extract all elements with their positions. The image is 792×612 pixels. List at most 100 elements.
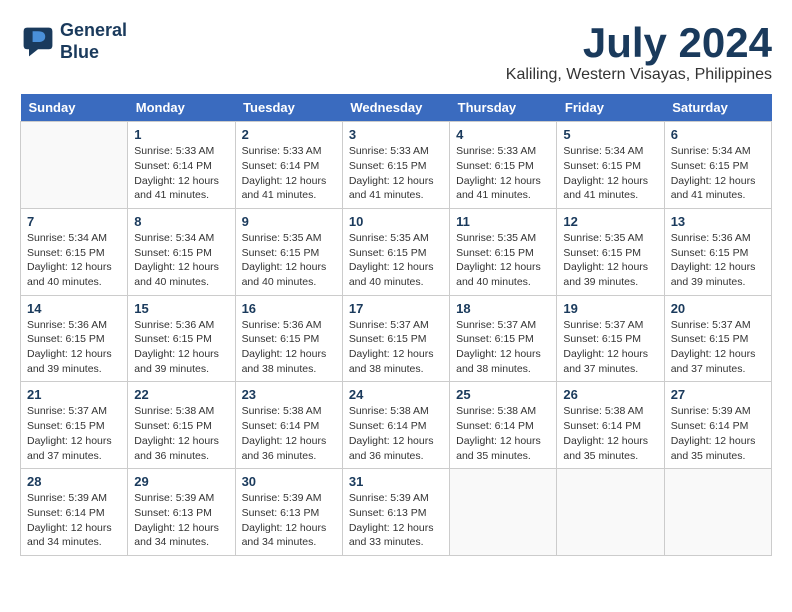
cell-content: Sunrise: 5:37 AM <box>563 318 657 333</box>
cell-content: Sunset: 6:13 PM <box>134 506 228 521</box>
cell-content: and 36 minutes. <box>134 449 228 464</box>
cell-content: Daylight: 12 hours <box>456 260 550 275</box>
day-number: 6 <box>671 127 765 142</box>
cell-content: Daylight: 12 hours <box>242 521 336 536</box>
calendar-cell: 26Sunrise: 5:38 AMSunset: 6:14 PMDayligh… <box>557 382 664 469</box>
cell-content: Sunset: 6:15 PM <box>671 332 765 347</box>
cell-content: and 34 minutes. <box>134 535 228 550</box>
calendar-cell: 28Sunrise: 5:39 AMSunset: 6:14 PMDayligh… <box>21 469 128 556</box>
cell-content: Sunset: 6:15 PM <box>134 419 228 434</box>
cell-content: Sunrise: 5:39 AM <box>671 404 765 419</box>
cell-content: Sunrise: 5:35 AM <box>242 231 336 246</box>
cell-content: Daylight: 12 hours <box>456 434 550 449</box>
calendar-cell: 7Sunrise: 5:34 AMSunset: 6:15 PMDaylight… <box>21 208 128 295</box>
cell-content: Sunset: 6:15 PM <box>456 159 550 174</box>
location: Kaliling, Western Visayas, Philippines <box>506 66 772 84</box>
day-number: 3 <box>349 127 443 142</box>
cell-content: Sunrise: 5:36 AM <box>242 318 336 333</box>
day-number: 29 <box>134 474 228 489</box>
cell-content: Sunset: 6:14 PM <box>134 159 228 174</box>
calendar-week-2: 7Sunrise: 5:34 AMSunset: 6:15 PMDaylight… <box>21 208 772 295</box>
day-number: 27 <box>671 387 765 402</box>
cell-content: Daylight: 12 hours <box>349 521 443 536</box>
cell-content: Sunrise: 5:38 AM <box>456 404 550 419</box>
calendar-cell: 12Sunrise: 5:35 AMSunset: 6:15 PMDayligh… <box>557 208 664 295</box>
day-number: 7 <box>27 214 121 229</box>
cell-content: Sunrise: 5:38 AM <box>563 404 657 419</box>
cell-content: Daylight: 12 hours <box>563 347 657 362</box>
cell-content: and 35 minutes. <box>456 449 550 464</box>
calendar-table: SundayMondayTuesdayWednesdayThursdayFrid… <box>20 94 772 556</box>
cell-content: Sunset: 6:15 PM <box>27 246 121 261</box>
header-cell-friday: Friday <box>557 94 664 122</box>
cell-content: Sunrise: 5:37 AM <box>349 318 443 333</box>
day-number: 31 <box>349 474 443 489</box>
day-number: 21 <box>27 387 121 402</box>
calendar-cell: 29 Sunrise: 5:39 AMSunset: 6:13 PMDayligh… <box>128 469 235 556</box>
day-number: 22 <box>134 387 228 402</box>
cell-content: Sunset: 6:15 PM <box>349 159 443 174</box>
day-number: 30 <box>242 474 336 489</box>
calendar-week-1: 1 Sunrise: 5:33 AMSunset: 6:14 PMDaylight… <box>21 122 772 209</box>
day-number: 5 <box>563 127 657 142</box>
calendar-header: SundayMondayTuesdayWednesdayThursdayFrid… <box>21 94 772 122</box>
header-cell-monday: Monday <box>128 94 235 122</box>
day-number: 1 <box>134 127 228 142</box>
cell-content: and 39 minutes. <box>134 362 228 377</box>
cell-content: Sunset: 6:15 PM <box>456 332 550 347</box>
cell-content: Daylight: 12 hours <box>134 174 228 189</box>
day-number: 2 <box>242 127 336 142</box>
cell-content: Sunset: 6:14 PM <box>349 419 443 434</box>
cell-content: and 40 minutes. <box>456 275 550 290</box>
cell-content: and 38 minutes. <box>242 362 336 377</box>
cell-content: Sunset: 6:15 PM <box>27 419 121 434</box>
header-cell-sunday: Sunday <box>21 94 128 122</box>
calendar-cell: 18Sunrise: 5:37 AMSunset: 6:15 PMDayligh… <box>450 295 557 382</box>
day-number: 19 <box>563 301 657 316</box>
calendar-cell: 19 Sunrise: 5:37 AMSunset: 6:15 PMDayligh… <box>557 295 664 382</box>
cell-content: Daylight: 12 hours <box>349 434 443 449</box>
day-number: 10 <box>349 214 443 229</box>
cell-content: Sunset: 6:15 PM <box>242 332 336 347</box>
day-number: 17 <box>349 301 443 316</box>
cell-content: Sunrise: 5:36 AM <box>671 231 765 246</box>
cell-content: Sunrise: 5:39 AM <box>134 491 228 506</box>
page-header: General Blue July 2024 Kaliling, Western… <box>20 20 772 84</box>
cell-content: Sunrise: 5:36 AM <box>27 318 121 333</box>
cell-content: Daylight: 12 hours <box>349 347 443 362</box>
cell-content: and 41 minutes. <box>563 188 657 203</box>
cell-content: Sunset: 6:15 PM <box>563 332 657 347</box>
cell-content: and 40 minutes. <box>349 275 443 290</box>
cell-content: Daylight: 12 hours <box>563 434 657 449</box>
cell-content: Daylight: 12 hours <box>242 260 336 275</box>
cell-content: and 37 minutes. <box>27 449 121 464</box>
cell-content: and 41 minutes. <box>134 188 228 203</box>
calendar-cell: 2Sunrise: 5:33 AMSunset: 6:14 PMDaylight… <box>235 122 342 209</box>
cell-content: Daylight: 12 hours <box>134 521 228 536</box>
cell-content: and 41 minutes. <box>671 188 765 203</box>
day-number: 11 <box>456 214 550 229</box>
calendar-cell: 31Sunrise: 5:39 AMSunset: 6:13 PMDayligh… <box>342 469 449 556</box>
cell-content: Sunrise: 5:39 AM <box>27 491 121 506</box>
cell-content: Daylight: 12 hours <box>671 347 765 362</box>
calendar-cell: 6Sunrise: 5:34 AMSunset: 6:15 PMDaylight… <box>664 122 771 209</box>
header-cell-wednesday: Wednesday <box>342 94 449 122</box>
cell-content: Sunrise: 5:33 AM <box>134 144 228 159</box>
cell-content: Daylight: 12 hours <box>671 260 765 275</box>
cell-content: Sunrise: 5:37 AM <box>456 318 550 333</box>
cell-content: Daylight: 12 hours <box>349 260 443 275</box>
cell-content: Sunset: 6:15 PM <box>349 246 443 261</box>
cell-content: Sunset: 6:14 PM <box>671 419 765 434</box>
day-number: 15 <box>134 301 228 316</box>
cell-content: Daylight: 12 hours <box>27 434 121 449</box>
calendar-cell <box>664 469 771 556</box>
cell-content: Sunset: 6:15 PM <box>671 159 765 174</box>
calendar-cell: 13Sunrise: 5:36 AMSunset: 6:15 PMDayligh… <box>664 208 771 295</box>
cell-content: Sunset: 6:15 PM <box>671 246 765 261</box>
cell-content: and 35 minutes. <box>671 449 765 464</box>
cell-content: Sunset: 6:15 PM <box>134 246 228 261</box>
calendar-week-4: 21Sunrise: 5:37 AMSunset: 6:15 PMDayligh… <box>21 382 772 469</box>
calendar-cell: 30Sunrise: 5:39 AMSunset: 6:13 PMDayligh… <box>235 469 342 556</box>
cell-content: and 38 minutes. <box>456 362 550 377</box>
cell-content: and 33 minutes. <box>349 535 443 550</box>
